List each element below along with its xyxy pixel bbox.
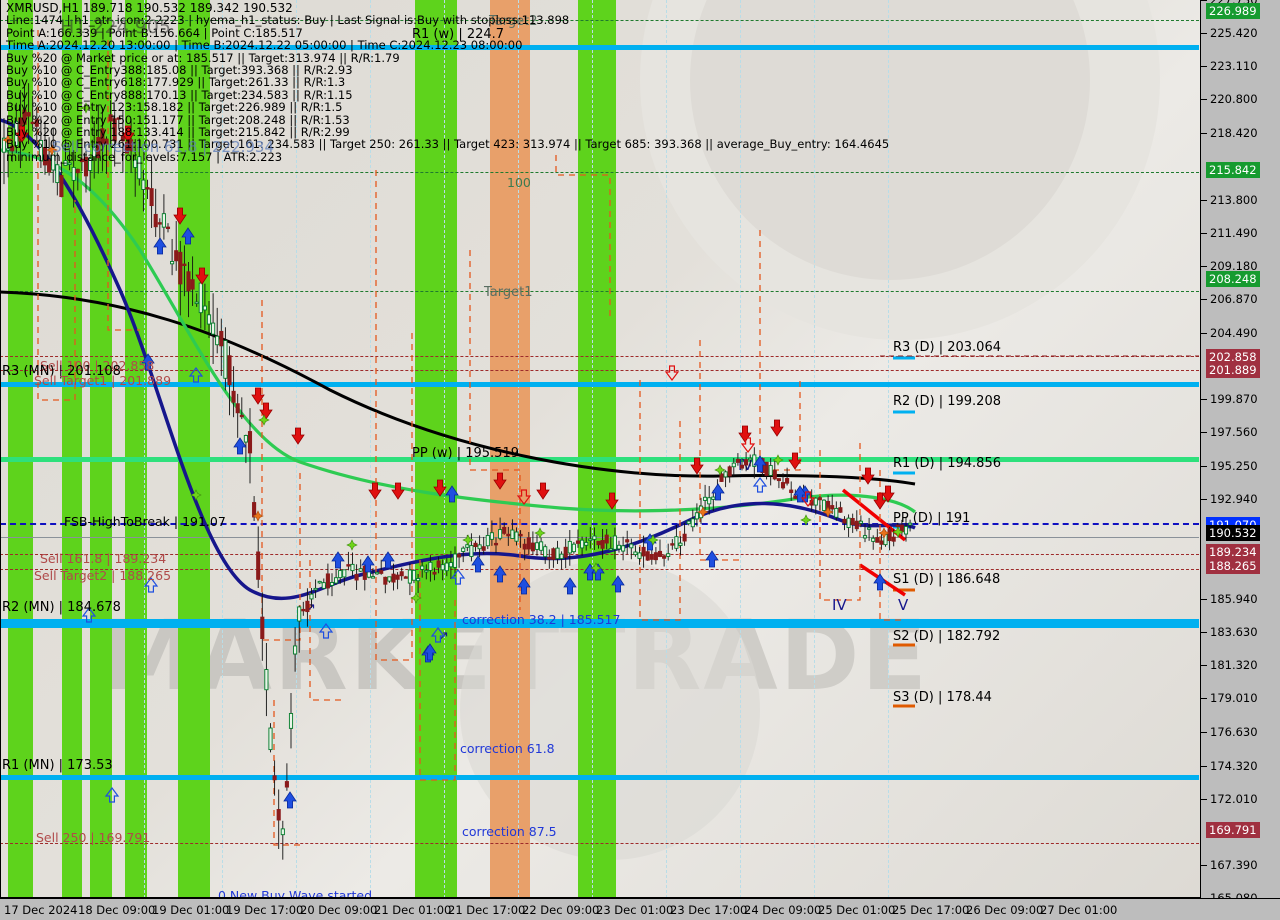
level-label-ppd: PP (D) | 191 [893,511,971,526]
level-label-r1mn: R1 (MN) | 173.53 [2,758,113,773]
price-tick [1201,864,1207,866]
time-tick-label: 24 Dec 09:00 [744,903,822,917]
price-tick-label: 179.010 [1210,691,1258,706]
price-tick-label: 192.940 [1210,491,1258,506]
price-tick-label: 225.420 [1210,26,1258,41]
price-tick [1201,333,1207,335]
annotation-100: 100 [507,175,531,190]
chart-plot-area[interactable]: MARKET TRADE [0,0,1200,898]
level-label-r3d: R3 (D) | 203.064 [893,340,1001,355]
price-tick [1201,498,1207,500]
level-label-r1d: R1 (D) | 194.856 [893,456,1001,471]
level-label-selltarget2: Sell Target2 | 188.265 [34,568,172,583]
price-tick-label: 197.560 [1210,425,1258,440]
price-tick-label: 220.800 [1210,92,1258,107]
ghost-label-sell-correction: Sell correction 61.8 | 222.934 [52,138,275,156]
time-tick-label: 21 Dec 01:00 [374,903,452,917]
annotation-correction875: correction 87.5 [462,824,557,839]
time-tick-label: 19 Dec 01:00 [152,903,230,917]
time-tick-label: 23 Dec 17:00 [670,903,748,917]
price-tick [1201,0,1207,1]
price-tick [1201,66,1207,68]
price-tick-label: 167.390 [1210,857,1258,872]
time-tick-label: 25 Dec 01:00 [818,903,896,917]
price-badge: 226.989 [1206,2,1260,19]
price-tick [1201,232,1207,234]
level-label-sell1618: Sell 161.8 | 189.234 [40,551,167,566]
ghost-label-h1: H1 224.905 [60,16,171,38]
annotation-target1: Target1 [484,285,533,300]
price-tick [1201,199,1207,201]
price-tick [1201,798,1207,800]
price-badge: 169.791 [1206,822,1260,839]
level-label-r2d: R2 (D) | 199.208 [893,394,1001,409]
info-line: Time A:2024.12.20 13:00:00 | Time B:2024… [6,38,523,53]
price-tick [1201,665,1207,667]
level-label-fsb: FSB-HighToBreak | 191.07 [64,514,226,529]
time-tick-label: 17 Dec 2024 [4,903,78,917]
price-tick [1201,599,1207,600]
level-label-selltarget1: Sell Target1 | 201.889 [34,373,172,388]
price-tick [1201,133,1207,135]
price-tick-label: 218.420 [1210,126,1258,141]
info-line: Buy %10 @ C_Entry618:177.929 || Target:2… [6,75,346,90]
price-tick-label: 174.320 [1210,758,1258,773]
time-tick-label: 27 Dec 01:00 [1040,903,1118,917]
price-tick [1201,399,1207,401]
price-scale[interactable]: 227.730225.420223.110220.800218.420213.8… [1200,0,1280,905]
level-label-r2mn: R2 (MN) | 184.678 [2,600,121,615]
level-label-s3d: S3 (D) | 178.44 [893,690,992,705]
level-label-sell250: Sell 250 | 169.791 [36,830,151,845]
price-tick-label: 213.800 [1210,192,1258,207]
level-label-s1d: S1 (D) | 186.648 [893,572,1001,587]
annotation-new-buy-wave: 0 New Buy Wave started [218,888,373,898]
price-tick-label: 172.010 [1210,791,1258,806]
price-tick [1201,632,1207,634]
time-tick-label: 20 Dec 09:00 [300,903,378,917]
price-badge: 201.889 [1206,362,1260,379]
annotation-correction382: correction 38.2 | 185.517 [462,612,621,627]
price-tick-label: 185.940 [1210,592,1258,606]
level-label-s2d: S2 (D) | 182.792 [893,629,1001,644]
price-badge: 215.842 [1206,162,1260,179]
price-tick [1201,432,1207,434]
price-tick [1201,465,1207,467]
time-tick-label: 22 Dec 09:00 [522,903,600,917]
price-tick-label: 206.870 [1210,291,1258,306]
time-tick-label: 26 Dec 09:00 [966,903,1044,917]
price-tick-label: 211.490 [1210,225,1258,240]
price-tick-label: 223.110 [1210,59,1258,74]
time-tick-label: 19 Dec 17:00 [226,903,304,917]
time-axis[interactable]: 17 Dec 2024 18 Dec 09:00 19 Dec 01:00 19 De… [0,898,1280,920]
trading-chart-window: MARKET TRADE [0,0,1280,920]
price-tick [1201,698,1207,700]
price-badge: 188.265 [1206,557,1260,574]
price-badge: 190.532 [1206,525,1260,542]
price-badge: 208.248 [1206,271,1260,288]
price-tick [1201,33,1207,35]
time-tick-label: 21 Dec 17:00 [448,903,526,917]
time-tick-label: 25 Dec 17:00 [892,903,970,917]
price-tick-label: 204.490 [1210,326,1258,341]
price-tick [1201,298,1207,300]
price-tick [1201,99,1207,101]
info-line: Buy %10 @ Entry 123:158.182 || Target:22… [6,100,343,115]
price-tick-label: 195.250 [1210,458,1258,473]
price-tick-label: 176.630 [1210,725,1258,740]
annotation-correction618: correction 61.8 [460,741,555,756]
time-tick-label: 18 Dec 09:00 [78,903,156,917]
price-tick [1201,765,1207,767]
price-tick [1201,732,1207,734]
time-tick-label: 23 Dec 01:00 [596,903,674,917]
price-tick-label: 199.870 [1210,392,1258,407]
price-tick-label: 181.320 [1210,658,1258,673]
level-label-ppw: PP (w) | 195.519 [412,446,519,461]
price-tick [1201,265,1207,267]
price-tick-label: 183.630 [1210,625,1258,640]
